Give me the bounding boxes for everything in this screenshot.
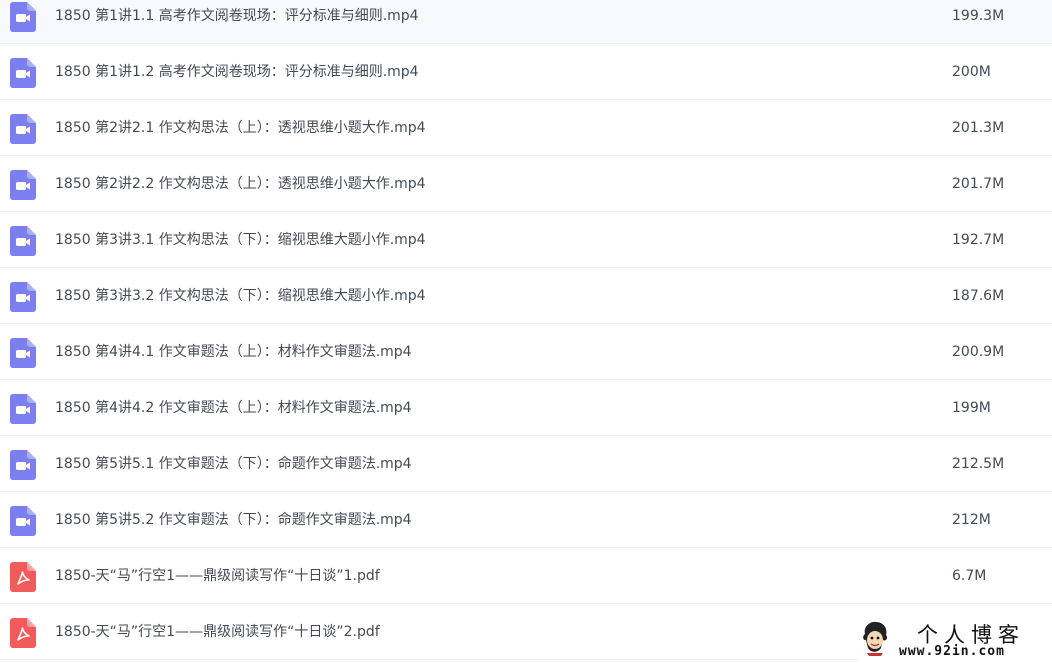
file-list: 1850 第1讲1.1 高考作文阅卷现场：评分标准与细则.mp4 199.3M …: [0, 0, 1052, 660]
file-row[interactable]: 1850 第5讲5.2 作文审题法（下）：命题作文审题法.mp4 212M: [0, 492, 1052, 548]
file-row[interactable]: 1850 第3讲3.2 作文构思法（下）：缩视思维大题小作.mp4 187.6M: [0, 268, 1052, 324]
file-row[interactable]: 1850 第2讲2.1 作文构思法（上）：透视思维小题大作.mp4 201.3M: [0, 100, 1052, 156]
file-size: 200.9M: [952, 344, 1005, 360]
file-size: 187.6M: [952, 288, 1005, 304]
file-size: 199M: [952, 400, 991, 416]
file-name[interactable]: 1850 第3讲3.1 作文构思法（下）：缩视思维大题小作.mp4: [55, 212, 426, 268]
file-row[interactable]: 1850 第3讲3.1 作文构思法（下）：缩视思维大题小作.mp4 192.7M: [0, 212, 1052, 268]
file-name[interactable]: 1850 第2讲2.2 作文构思法（上）：透视思维小题大作.mp4: [55, 156, 426, 212]
file-size: 199.3M: [952, 8, 1005, 24]
file-name[interactable]: 1850 第5讲5.1 作文审题法（下）：命题作文审题法.mp4: [55, 436, 412, 492]
watermark-url: www.92in.com: [899, 644, 1005, 659]
video-file-icon: [10, 450, 36, 480]
video-file-icon: [10, 170, 36, 200]
video-file-icon: [10, 2, 36, 32]
video-file-icon: [10, 58, 36, 88]
file-size: 212.5M: [952, 456, 1005, 472]
file-name[interactable]: 1850-天“马”行空1——鼎级阅读写作“十日谈”1.pdf: [55, 548, 380, 604]
file-name[interactable]: 1850-天“马”行空1——鼎级阅读写作“十日谈”2.pdf: [55, 604, 380, 660]
file-name[interactable]: 1850 第3讲3.2 作文构思法（下）：缩视思维大题小作.mp4: [55, 268, 426, 324]
file-row[interactable]: 1850 第4讲4.2 作文审题法（上）：材料作文审题法.mp4 199M: [0, 380, 1052, 436]
file-size: 201.7M: [952, 176, 1005, 192]
file-row[interactable]: 1850 第1讲1.1 高考作文阅卷现场：评分标准与细则.mp4 199.3M: [0, 0, 1052, 44]
file-size: 200M: [952, 64, 991, 80]
video-file-icon: [10, 114, 36, 144]
pdf-file-icon: [10, 618, 36, 648]
video-file-icon: [10, 394, 36, 424]
video-file-icon: [10, 226, 36, 256]
file-row[interactable]: 1850 第5讲5.1 作文审题法（下）：命题作文审题法.mp4 212.5M: [0, 436, 1052, 492]
file-name[interactable]: 1850 第1讲1.1 高考作文阅卷现场：评分标准与细则.mp4: [55, 0, 419, 44]
file-row[interactable]: 1850 第2讲2.2 作文构思法（上）：透视思维小题大作.mp4 201.7M: [0, 156, 1052, 212]
pdf-file-icon: [10, 562, 36, 592]
video-file-icon: [10, 506, 36, 536]
video-file-icon: [10, 338, 36, 368]
file-row[interactable]: 1850 第1讲1.2 高考作文阅卷现场：评分标准与细则.mp4 200M: [0, 44, 1052, 100]
file-size: 212M: [952, 512, 991, 528]
file-size: 6.7M: [952, 568, 987, 584]
file-name[interactable]: 1850 第5讲5.2 作文审题法（下）：命题作文审题法.mp4: [55, 492, 412, 548]
video-file-icon: [10, 282, 36, 312]
blog-watermark: 个人博客 www.92in.com: [857, 617, 1052, 663]
file-size: 192.7M: [952, 232, 1005, 248]
file-row[interactable]: 1850-天“马”行空1——鼎级阅读写作“十日谈”1.pdf 6.7M: [0, 548, 1052, 604]
file-name[interactable]: 1850 第2讲2.1 作文构思法（上）：透视思维小题大作.mp4: [55, 100, 426, 156]
file-name[interactable]: 1850 第1讲1.2 高考作文阅卷现场：评分标准与细则.mp4: [55, 44, 419, 100]
cartoon-face-logo: [861, 620, 889, 656]
file-name[interactable]: 1850 第4讲4.1 作文审题法（上）：材料作文审题法.mp4: [55, 324, 412, 380]
file-row[interactable]: 1850 第4讲4.1 作文审题法（上）：材料作文审题法.mp4 200.9M: [0, 324, 1052, 380]
file-size: 201.3M: [952, 120, 1005, 136]
file-name[interactable]: 1850 第4讲4.2 作文审题法（上）：材料作文审题法.mp4: [55, 380, 412, 436]
